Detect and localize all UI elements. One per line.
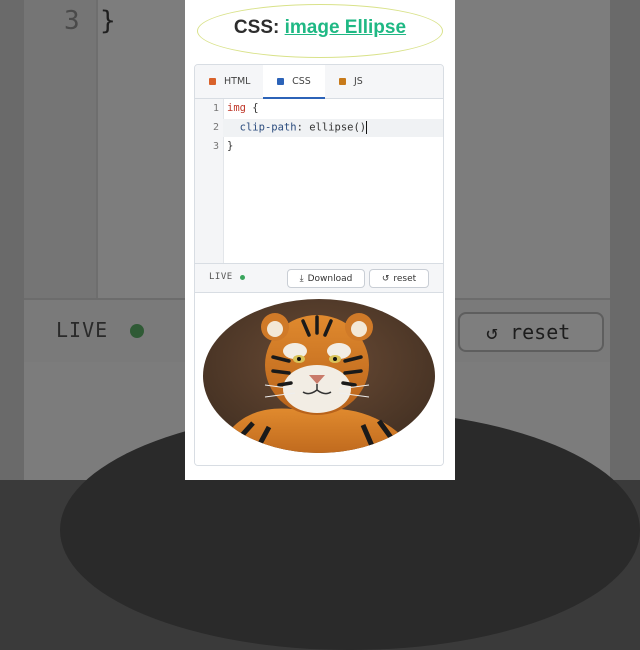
line-gutter: 1 2 3	[195, 99, 224, 263]
background-line-number: 3	[64, 6, 80, 36]
download-label: Download	[307, 273, 353, 284]
code-editor[interactable]: 1 2 3 img { clip-path: ellipse() }	[195, 99, 443, 263]
background-reset-button: ↺ reset	[458, 312, 604, 352]
code-line-2: clip-path: ellipse()	[227, 121, 368, 134]
live-preview	[195, 293, 443, 465]
editor-tabs: HTML CSS JS	[195, 65, 443, 99]
js-square-icon	[339, 78, 346, 85]
line-number: 3	[212, 141, 219, 152]
live-label: LIVE	[209, 272, 233, 282]
tab-js[interactable]: JS	[339, 65, 363, 98]
reset-icon: ↺	[381, 273, 390, 284]
line-number: 1	[212, 103, 219, 114]
live-bar: LIVE ⤓ Download ↺ reset	[195, 263, 443, 293]
text-caret	[366, 121, 368, 134]
page-title: CSS: image Ellipse	[185, 17, 455, 39]
css-square-icon	[277, 77, 285, 85]
css-value: : ellipse()	[296, 121, 367, 134]
code-line-1-rest: {	[245, 102, 259, 114]
main-panel: CSS: image Ellipse HTML CSS JS 1 2 3 img…	[185, 0, 455, 480]
reset-button[interactable]: ↺ reset	[369, 269, 429, 288]
tab-css-label: CSS	[292, 75, 311, 87]
reset-label: reset	[393, 273, 417, 284]
code-line-3: }	[227, 140, 234, 152]
tab-html-label: HTML	[224, 76, 251, 87]
html-square-icon	[209, 78, 216, 85]
background-gutter	[24, 0, 98, 298]
background-brace: }	[100, 6, 116, 36]
background-live-label: LIVE	[56, 318, 109, 342]
background-reset-label: reset	[510, 320, 571, 344]
code-line-1: img {	[227, 102, 259, 114]
css-selector: img	[227, 102, 246, 114]
download-button[interactable]: ⤓ Download	[287, 269, 365, 288]
css-property: clip-path	[239, 121, 297, 134]
title-prefix: CSS:	[233, 17, 280, 38]
tiger-image	[203, 299, 435, 453]
tab-html[interactable]: HTML	[209, 65, 250, 98]
background-live-dot	[130, 324, 144, 338]
line-number: 2	[212, 122, 219, 133]
download-icon: ⤓	[299, 273, 304, 284]
title-link[interactable]: image Ellipse	[285, 17, 406, 38]
tab-js-label: JS	[354, 76, 363, 87]
tab-css[interactable]: CSS	[263, 65, 325, 99]
live-status-dot	[240, 275, 245, 280]
code-playground: HTML CSS JS 1 2 3 img { clip-path: ellip…	[194, 64, 444, 466]
